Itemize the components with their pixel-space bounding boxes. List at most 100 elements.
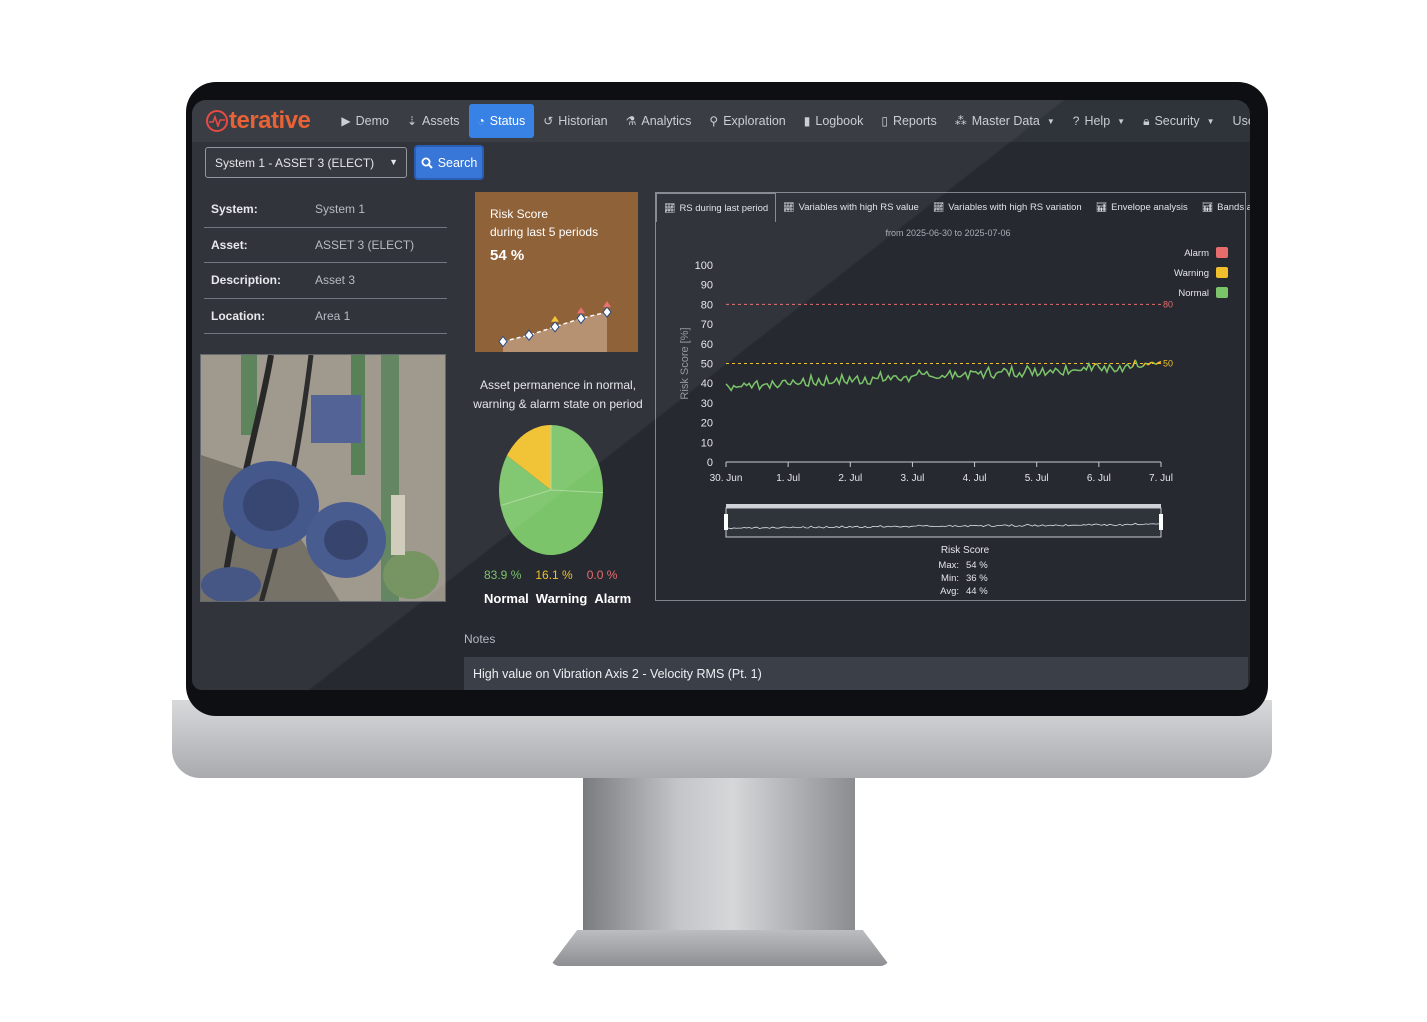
caret-down-icon: ▼ [1206, 116, 1215, 126]
y-tick-label: 60 [701, 339, 713, 351]
book-icon: ▮ [803, 114, 811, 128]
nav-demo[interactable]: ▶ Demo [332, 104, 398, 138]
threshold-label: 80 [1163, 299, 1173, 309]
notes-label: Notes [464, 632, 496, 646]
pulse-logo-icon [206, 110, 228, 132]
tab-label: Variables with high RS value [798, 202, 919, 213]
series-line-segment [1096, 363, 1134, 375]
area-chart-icon: 📊︎ [1201, 202, 1214, 212]
threshold-label: 50 [1163, 359, 1173, 369]
nav-help[interactable]: ? Help ▼ [1064, 104, 1134, 138]
asset-info-table: System: System 1 Asset: ASSET 3 (ELECT) De… [204, 192, 447, 334]
info-row-system: System: System 1 [204, 192, 447, 228]
asset-photo [200, 354, 446, 602]
nav-label: Master Data [971, 114, 1040, 128]
brand-logo[interactable]: terative [206, 107, 311, 135]
y-tick-label: 30 [701, 398, 713, 410]
nav-label: Historian [558, 114, 608, 128]
tab-label: Envelope analysis [1111, 202, 1188, 213]
info-value: Asset 3 [315, 273, 356, 288]
info-row-asset: Asset: ASSET 3 (ELECT) [204, 228, 447, 263]
y-tick-label: 80 [701, 299, 713, 311]
permanence-title: Asset permanence in normal, warning & al… [468, 376, 648, 414]
app-screen: terative ▶ Demo ⇣ Assets ◔ Status ↺ Historia… [192, 100, 1250, 690]
navigator-window [725, 507, 1162, 538]
info-value: System 1 [315, 202, 366, 217]
nav-user[interactable]: User: "asua [1224, 104, 1250, 138]
tab-label: RS during last period [679, 202, 769, 214]
series-line-segment [725, 361, 1095, 392]
info-label: Location: [211, 308, 265, 323]
stat-value: 44 % [966, 586, 988, 597]
permanence-labels: Normal Warning Alarm [484, 591, 631, 606]
permanence-title-line: Asset permanence in normal, [479, 378, 637, 392]
y-axis-label: Risk Score [%] [679, 327, 691, 399]
legend-label: Normal [1178, 288, 1209, 299]
chevron-down-icon: ▼ [389, 157, 398, 167]
nav-status[interactable]: ◔ Status [468, 104, 535, 138]
nav-security[interactable]: 🔒︎ Security ▼ [1134, 104, 1223, 138]
navigator-handle-right [1159, 514, 1163, 530]
nav-reports[interactable]: ▯ Reports [872, 104, 945, 138]
nav-label: Reports [892, 114, 937, 128]
x-tick-label: 30. Jun [710, 473, 743, 484]
risk-score-line-chart: from 2025-06-30 to 2025-07-06 0 10 20 30 40 50… [679, 228, 1228, 597]
line-chart-icon: 📈︎ [932, 202, 945, 212]
stats-title: Risk Score [941, 545, 990, 556]
permanence-pie-chart [496, 423, 606, 562]
asset-select[interactable]: System 1 - ASSET 3 (ELECT) ▼ [205, 147, 407, 178]
x-tick-label: 2. Jul [838, 473, 862, 484]
x-tick-label: 1. Jul [776, 473, 800, 484]
nav-label: Status [489, 114, 526, 128]
nav-exploration[interactable]: ⚲ Exploration [700, 104, 794, 138]
search-icon [421, 157, 433, 169]
tab-high-rs-variation[interactable]: 📈︎ Variables with high RS variation [926, 193, 1089, 222]
tab-rs-last-period[interactable]: 📈︎ RS during last period [656, 193, 777, 222]
tab-envelope-analysis[interactable]: 📊︎ Envelope analysis [1089, 193, 1195, 222]
stat-value: 36 % [966, 573, 988, 584]
x-tick-label: 7. Jul [1149, 473, 1173, 484]
nav-assets[interactable]: ⇣ Assets [398, 104, 469, 138]
tab-high-rs-value[interactable]: 📈︎ Variables with high RS value [776, 193, 926, 222]
series-line-segment [1152, 361, 1157, 365]
search-button-label: Search [437, 155, 478, 170]
search-button[interactable]: Search [414, 145, 484, 180]
stat-value: 54 % [966, 560, 988, 571]
tab-label: Bands analysis [1217, 202, 1250, 213]
nav-analytics[interactable]: ⚗ Analytics [617, 104, 701, 138]
alarm-percent: 0.0 % [586, 568, 618, 582]
search-icon: ⚲ [709, 114, 719, 128]
nav-master-data[interactable]: ⁂ Master Data ▼ [946, 104, 1064, 138]
monitor-stand [583, 778, 855, 938]
y-tick-label: 90 [701, 280, 713, 292]
info-row-description: Description: Asset 3 [204, 263, 447, 299]
info-row-location: Location: Area 1 [204, 299, 447, 334]
stat-label: Avg: [940, 586, 959, 597]
nav-label: Assets [422, 114, 460, 128]
permanence-title-line: warning & alarm state on period [473, 397, 643, 411]
file-icon: ▯ [881, 114, 888, 128]
info-value: Area 1 [315, 308, 351, 323]
line-chart-icon: 📈︎ [664, 202, 676, 213]
monitor-stand-base [550, 930, 890, 966]
caret-down-icon: ▼ [1117, 116, 1126, 126]
y-tick-label: 70 [701, 319, 713, 331]
nav-historian[interactable]: ↺ Historian [534, 104, 616, 138]
top-navbar: terative ▶ Demo ⇣ Assets ◔ Status ↺ Historia… [192, 100, 1250, 142]
normal-percent: 83.9 % [484, 568, 522, 582]
question-circle-icon: ? [1072, 114, 1080, 128]
chart-tabs: 📈︎ RS during last period 📈︎ Variables with… [656, 193, 1250, 222]
risk-score-card[interactable]: Risk Score during last 5 periods 54 % [475, 192, 638, 352]
warning-percent: 16.1 % [535, 568, 573, 582]
notes-item[interactable]: High value on Vibration Axis 2 - Velocit… [464, 657, 1248, 690]
nav-label: Security [1154, 114, 1200, 128]
nav-logbook[interactable]: ▮ Logbook [795, 104, 873, 138]
tab-bands-analysis[interactable]: 📊︎Bands analysis [1195, 193, 1250, 222]
area-chart-icon: 📊︎ [1095, 202, 1108, 212]
y-tick-label: 40 [701, 378, 713, 390]
risk-trend-marker [551, 315, 559, 322]
sort-icon: ⇣ [406, 114, 418, 128]
y-tick-label: 10 [701, 437, 713, 449]
y-tick-label: 50 [701, 359, 713, 371]
x-tick-label: 5. Jul [1025, 473, 1049, 484]
